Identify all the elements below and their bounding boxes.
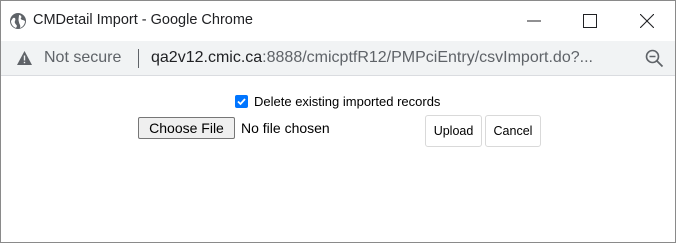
minimize-icon [527, 20, 541, 22]
file-status: No file chosen [241, 120, 330, 136]
address-separator [138, 49, 139, 68]
title-bar: CMDetail Import - Google Chrome [1, 1, 675, 41]
zoom-out-icon[interactable] [645, 49, 664, 68]
close-button[interactable] [619, 1, 675, 41]
page-content: Delete existing imported records Choose … [1, 76, 675, 242]
checkmark-icon [237, 98, 246, 106]
upload-button[interactable]: Upload [425, 115, 482, 147]
choose-file-button[interactable]: Choose File [138, 117, 235, 139]
cancel-button[interactable]: Cancel [485, 115, 541, 147]
address-bar[interactable]: Not secure qa2v12.cmic.ca:8888/cmicptfR1… [1, 41, 675, 76]
delete-records-label[interactable]: Delete existing imported records [254, 94, 440, 109]
minimize-button[interactable] [506, 1, 562, 41]
security-label[interactable]: Not secure [44, 49, 121, 67]
browser-window: CMDetail Import - Google Chrome Not secu… [0, 0, 676, 243]
maximize-button[interactable] [562, 1, 618, 41]
url-path: :8888/cmicptfR12/PMPciEntry/csvImport.do… [262, 49, 593, 66]
window-title: CMDetail Import - Google Chrome [33, 12, 253, 28]
close-icon [640, 14, 654, 28]
maximize-icon [583, 14, 597, 28]
url-text[interactable]: qa2v12.cmic.ca:8888/cmicptfR12/PMPciEntr… [151, 49, 593, 67]
url-host: qa2v12.cmic.ca [151, 49, 263, 66]
globe-icon [9, 12, 27, 30]
delete-records-checkbox[interactable] [235, 95, 248, 108]
warning-icon[interactable] [16, 50, 33, 66]
